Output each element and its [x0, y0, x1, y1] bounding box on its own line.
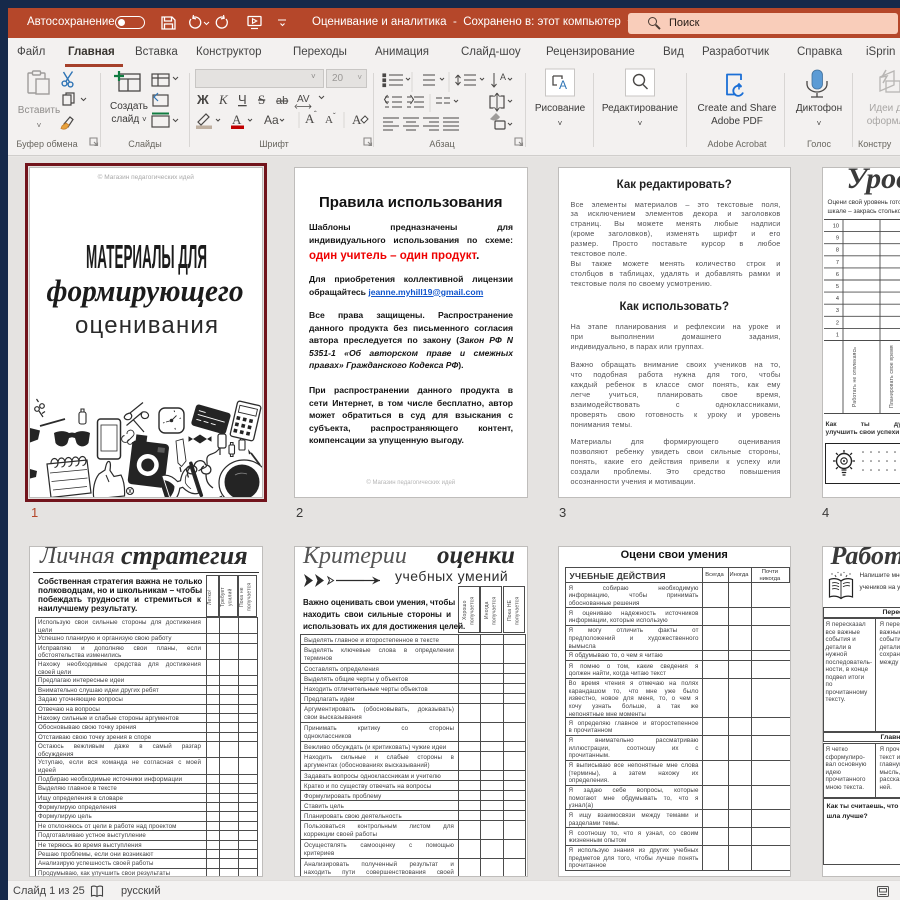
svg-text:2: 2: [835, 320, 838, 326]
svg-text:10: 10: [832, 224, 838, 230]
svg-text:ˇ: ˇ: [333, 112, 336, 121]
svg-text:ˆ: ˆ: [314, 110, 317, 119]
svg-text:Ж: Ж: [196, 92, 209, 107]
svg-text:7: 7: [835, 260, 838, 266]
svg-text:6: 6: [835, 272, 838, 278]
svg-text:8: 8: [835, 248, 838, 254]
svg-text:9: 9: [835, 236, 838, 242]
svg-text:К: К: [218, 92, 229, 107]
svg-text:А: А: [232, 112, 242, 127]
svg-text:S: S: [258, 92, 265, 107]
svg-text:МАТЕРИАЛЫ ДЛЯ: МАТЕРИАЛЫ ДЛЯ: [86, 238, 207, 275]
svg-text:формирующего: формирующего: [47, 273, 244, 308]
svg-text:А: А: [500, 72, 506, 82]
svg-text:1: 1: [835, 332, 838, 338]
svg-text:5: 5: [835, 284, 838, 290]
svg-text:Aa: Aa: [264, 113, 279, 127]
svg-text:А: А: [325, 114, 333, 126]
svg-text:3: 3: [835, 308, 838, 314]
svg-text:ab: ab: [276, 95, 288, 107]
svg-text:A: A: [559, 78, 567, 92]
svg-text:оценивания: оценивания: [75, 312, 218, 339]
svg-text:4: 4: [835, 296, 838, 302]
svg-text:А: А: [352, 112, 362, 127]
svg-text:AV: AV: [297, 94, 310, 105]
svg-text:Ч: Ч: [238, 92, 247, 107]
